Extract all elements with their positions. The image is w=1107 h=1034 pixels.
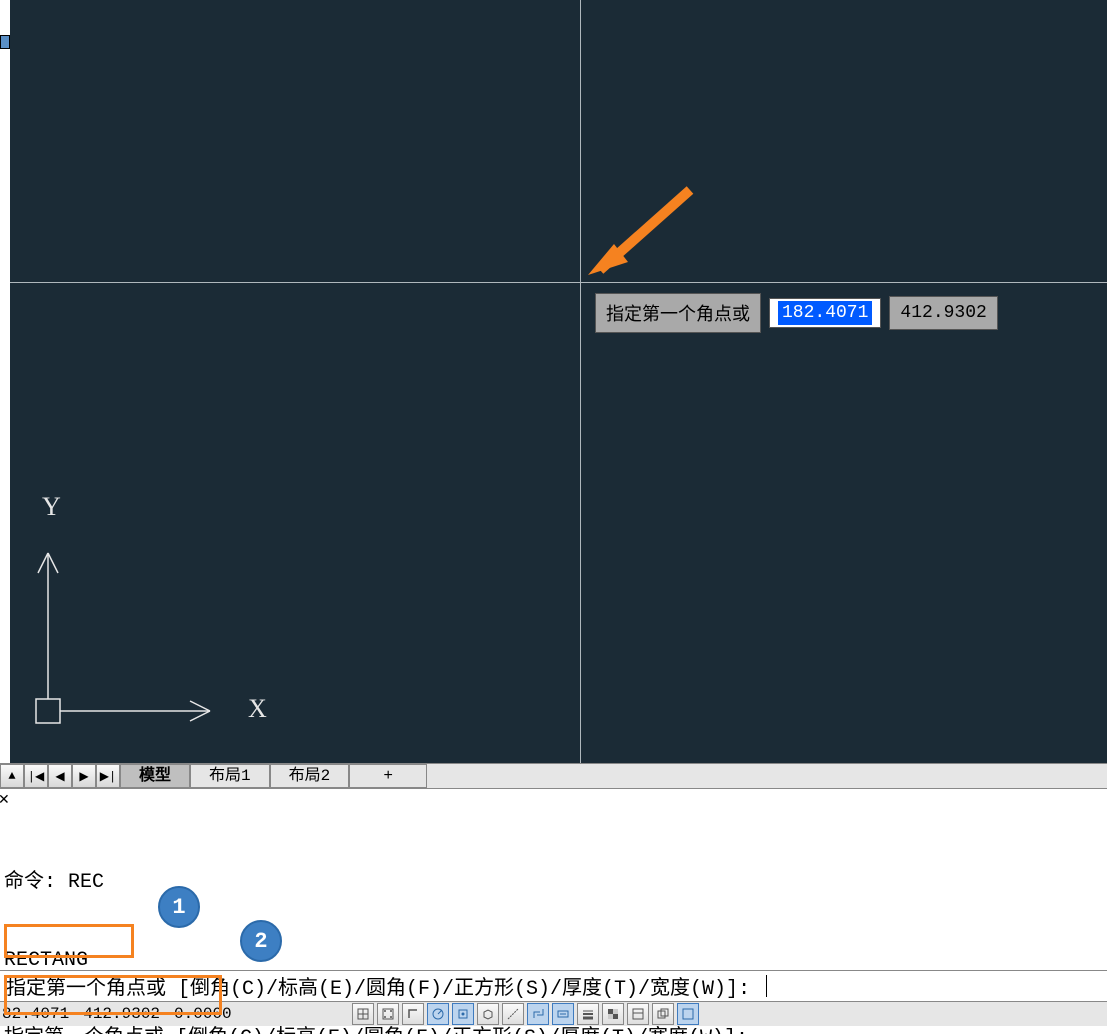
command-history[interactable]: ✕ 命令: REC RECTANG 指定第一个角点或 [倒角(C)/标高(E)/…	[0, 792, 1107, 970]
ucs-x-label: X	[248, 694, 267, 723]
history-line: RECTANG	[4, 948, 1105, 974]
dynamic-prompt: 指定第一个角点或	[595, 293, 761, 333]
dynamic-y-value: 412.9302	[900, 303, 986, 323]
drawing-canvas[interactable]: 指定第一个角点或 182.4071 412.9302 X Y	[0, 0, 1107, 763]
tab-add-button[interactable]: +	[349, 764, 427, 788]
dynamic-x-value: 182.4071	[778, 301, 872, 325]
ucs-y-label: Y	[42, 492, 61, 521]
tab-layout1[interactable]: 布局1	[190, 764, 270, 788]
tab-layout2[interactable]: 布局2	[270, 764, 350, 788]
ucs-icon: X Y	[30, 483, 270, 743]
dynamic-y-input[interactable]: 412.9302	[889, 296, 997, 330]
gutter-marker	[0, 35, 10, 49]
tab-prev-button[interactable]: ◀	[48, 764, 72, 788]
history-line: 指定第一个角点或 [倒角(C)/标高(E)/圆角(F)/正方形(S)/厚度(T)…	[4, 1026, 1105, 1034]
close-icon[interactable]: ✕	[0, 794, 12, 808]
tab-last-button[interactable]: ▶|	[96, 764, 120, 788]
tab-first-button[interactable]: |◀	[24, 764, 48, 788]
history-line: 命令: REC	[4, 870, 1105, 896]
tab-next-button[interactable]: ▶	[72, 764, 96, 788]
dynamic-x-input[interactable]: 182.4071	[769, 298, 881, 328]
layout-tabs-bar: ▲ |◀ ◀ ▶ ▶| 模型 布局1 布局2 +	[0, 763, 1107, 789]
dynamic-input-group: 指定第一个角点或 182.4071 412.9302	[595, 293, 998, 333]
tab-model[interactable]: 模型	[120, 764, 190, 788]
tab-scroll-up-button[interactable]: ▲	[0, 764, 24, 788]
annotation-arrow-icon	[580, 180, 710, 290]
canvas-left-gutter	[0, 0, 10, 763]
crosshair-horizontal	[10, 282, 1107, 283]
crosshair-vertical	[580, 0, 581, 763]
